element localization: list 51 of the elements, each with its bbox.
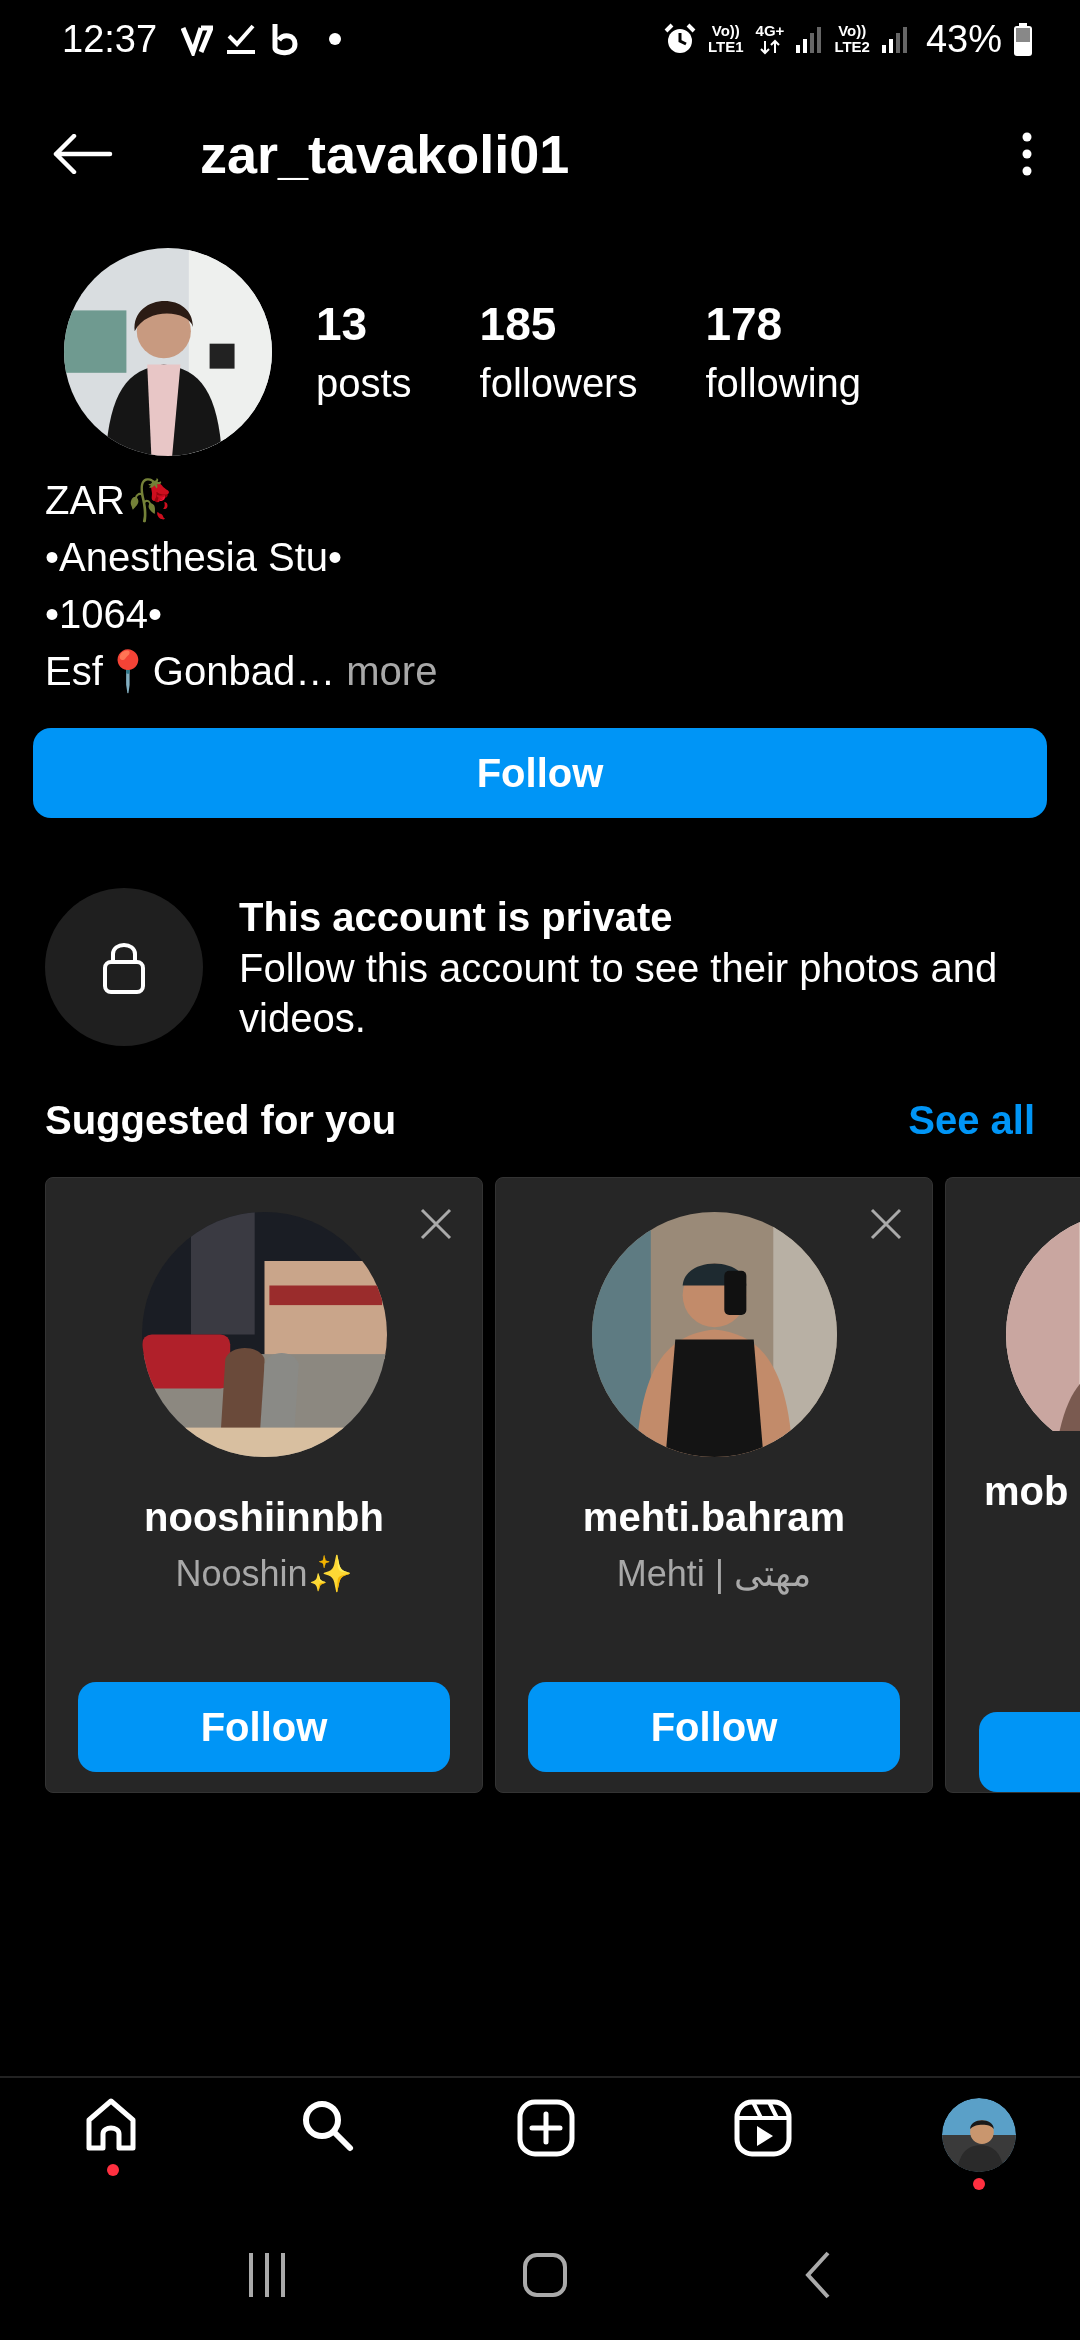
chevron-left-icon [804, 2251, 832, 2299]
network-label: LTE1 [708, 39, 744, 55]
stat-count: 178 [705, 297, 784, 352]
section-title: Suggested for you [45, 1098, 397, 1143]
suggested-username: nooshiinnbh [144, 1495, 384, 1540]
stat-count: 13 [316, 297, 369, 352]
signal-icon [881, 25, 908, 53]
network-label: LTE2 [834, 39, 870, 55]
network-label: 4G+ [755, 23, 785, 39]
alarm-icon [664, 23, 697, 55]
stat-label: followers [479, 360, 638, 407]
back-arrow-icon [52, 134, 114, 174]
download-done-icon [225, 22, 258, 56]
data-arrows-icon [760, 39, 780, 55]
more-link[interactable]: more [335, 643, 438, 700]
rounded-square-icon [522, 2252, 568, 2298]
follow-button[interactable]: Follow [78, 1682, 450, 1772]
more-icon [1022, 132, 1032, 176]
dismiss-button[interactable] [870, 1208, 902, 1240]
battery-percent: 43% [925, 17, 1002, 61]
bio-text: •Anesthesia Stu• [45, 534, 343, 581]
profile-username: zar_tavakoli01 [200, 123, 570, 185]
network-label: Vo)) [711, 23, 740, 39]
play-icon [732, 2098, 793, 2158]
signal-icon [796, 25, 823, 53]
follow-button[interactable] [979, 1711, 1080, 1792]
add-icon [516, 2098, 576, 2158]
suggested-username: mob [984, 1468, 1069, 1514]
stat-label: following [705, 360, 862, 407]
three-lines-icon [248, 2253, 286, 2297]
battery-icon [1014, 22, 1032, 56]
private-description: Follow this account to see their photos and videos. [239, 945, 999, 1042]
bio-text: Esf📍Gonbad… [45, 648, 336, 695]
lock-icon [101, 940, 147, 994]
suggested-username: mehti.bahram [582, 1495, 846, 1540]
stat-count: 185 [479, 297, 558, 352]
follow-button[interactable]: Follow [528, 1682, 900, 1772]
bio-text: ZAR🥀 [45, 477, 175, 525]
see-all-link[interactable]: See all [908, 1098, 1035, 1143]
follow-button[interactable]: Follow [33, 728, 1047, 818]
bio-text: •1064• [45, 591, 162, 638]
clock-time: 12:37 [62, 17, 158, 61]
private-title: This account is private [239, 894, 674, 941]
suggested-display-name: Nooshin✨ [175, 1553, 353, 1595]
dismiss-button[interactable] [420, 1208, 452, 1240]
close-icon [420, 1208, 452, 1240]
stat-label: posts [316, 360, 412, 407]
suggested-display-name: Mehti | مهتی [616, 1553, 812, 1595]
network-label: Vo)) [838, 23, 867, 39]
dot-icon [329, 33, 342, 45]
close-icon [870, 1208, 902, 1240]
